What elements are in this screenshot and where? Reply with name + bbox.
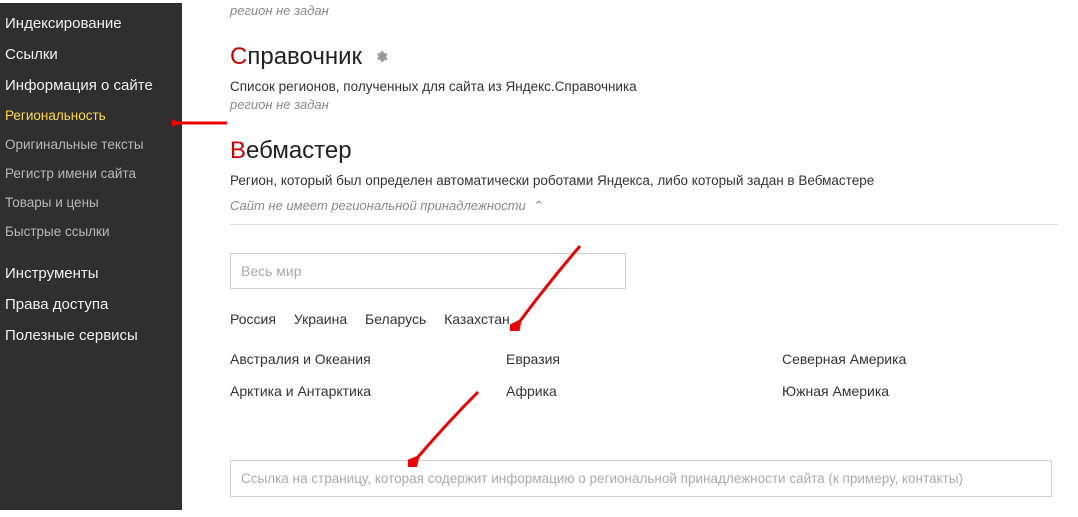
- sidebar: Индексирование Ссылки Информация о сайте…: [0, 3, 182, 510]
- sidebar-item-original-texts[interactable]: Оригинальные тексты: [0, 130, 182, 159]
- spravochnik-desc: Список регионов, полученных для сайта из…: [230, 79, 1058, 94]
- sidebar-item-label: Информация о сайте: [5, 77, 153, 94]
- region-north-america[interactable]: Северная Америка: [782, 351, 1058, 367]
- sidebar-item-label: Инструменты: [5, 265, 99, 282]
- chevron-up-icon: ⌃: [533, 198, 544, 213]
- country-ukraine[interactable]: Украина: [294, 311, 347, 327]
- region-col-1: Австралия и Океания Арктика и Антарктика: [230, 351, 506, 415]
- section-title-webmaster: Вебмастер: [230, 137, 1058, 165]
- spravochnik-status: регион не задан: [230, 97, 1058, 112]
- region-south-america[interactable]: Южная Америка: [782, 383, 1058, 399]
- sidebar-item-site-name-case[interactable]: Регистр имени сайта: [0, 159, 182, 188]
- region-arctic-antarctic[interactable]: Арктика и Антарктика: [230, 383, 506, 399]
- sidebar-item-links[interactable]: Ссылки: [0, 39, 182, 70]
- sidebar-item-quick-links[interactable]: Быстрые ссылки: [0, 217, 182, 246]
- main-content: регион не задан Справочник Список регион…: [182, 3, 1078, 517]
- sidebar-item-useful-services[interactable]: Полезные сервисы: [0, 320, 182, 351]
- country-kazakhstan[interactable]: Казахстан: [444, 311, 510, 327]
- sidebar-item-regionality[interactable]: Региональность: [0, 101, 182, 130]
- region-col-3: Северная Америка Южная Америка: [782, 351, 1058, 415]
- webmaster-collapse-toggle[interactable]: Сайт не имеет региональной принадлежност…: [230, 198, 1058, 214]
- country-russia[interactable]: Россия: [230, 311, 276, 327]
- sidebar-item-goods-prices[interactable]: Товары и цены: [0, 188, 182, 217]
- sidebar-item-label: Ссылки: [5, 46, 58, 63]
- sidebar-item-label: Регистр имени сайта: [5, 166, 136, 181]
- sidebar-item-access-rights[interactable]: Права доступа: [0, 289, 182, 320]
- sidebar-item-label: Индексирование: [5, 15, 122, 32]
- sidebar-item-label: Быстрые ссылки: [5, 224, 110, 239]
- title-rest: правочник: [247, 43, 362, 70]
- title-first-letter: С: [230, 43, 247, 70]
- collapse-label: Сайт не имеет региональной принадлежност…: [230, 198, 526, 213]
- region-australia-oceania[interactable]: Австралия и Океания: [230, 351, 506, 367]
- divider: [230, 224, 1058, 225]
- sidebar-item-tools[interactable]: Инструменты: [0, 258, 182, 289]
- region-url-input[interactable]: [230, 460, 1052, 497]
- sidebar-item-label: Оригинальные тексты: [5, 137, 144, 152]
- section-title-spravochnik: Справочник: [230, 43, 1058, 71]
- region-search-input[interactable]: [230, 253, 626, 289]
- webmaster-desc: Регион, который был определен автоматиче…: [230, 173, 1058, 188]
- title-first-letter: В: [230, 137, 246, 164]
- sidebar-item-label: Полезные сервисы: [5, 327, 138, 344]
- sidebar-item-label: Права доступа: [5, 296, 108, 313]
- gear-icon[interactable]: [375, 50, 388, 66]
- region-grid: Австралия и Океания Арктика и Антарктика…: [230, 351, 1058, 415]
- top-status-note: регион не задан: [230, 3, 1058, 18]
- region-col-2: Евразия Африка: [506, 351, 782, 415]
- region-africa[interactable]: Африка: [506, 383, 782, 399]
- sidebar-item-site-info[interactable]: Информация о сайте: [0, 70, 182, 101]
- region-eurasia[interactable]: Евразия: [506, 351, 782, 367]
- sidebar-item-label: Товары и цены: [5, 195, 99, 210]
- country-belarus[interactable]: Беларусь: [365, 311, 426, 327]
- sidebar-item-label: Региональность: [5, 108, 106, 123]
- country-quick-links: Россия Украина Беларусь Казахстан: [230, 311, 1058, 327]
- sidebar-item-indexing[interactable]: Индексирование: [0, 8, 182, 39]
- title-rest: ебмастер: [246, 137, 352, 164]
